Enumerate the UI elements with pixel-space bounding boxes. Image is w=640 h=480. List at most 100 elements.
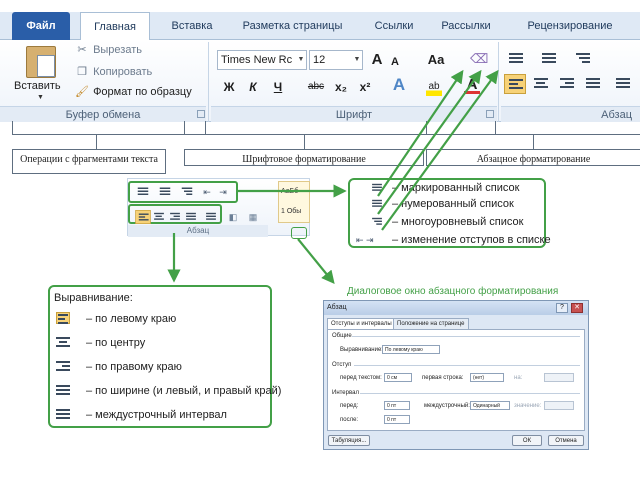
bullets-icon[interactable]: [505, 50, 527, 68]
group-caption-clipboard: Буфер обмена: [0, 106, 206, 122]
section-spacing: Интервал: [332, 390, 359, 396]
indent-left-field[interactable]: 0 см: [384, 373, 412, 382]
paste-button[interactable]: Вставить: [14, 80, 61, 92]
font-color-button[interactable]: A: [464, 76, 480, 94]
copy-button[interactable]: ❐ Копировать: [74, 64, 152, 80]
cut-button[interactable]: ✂ Вырезать: [74, 42, 142, 58]
group-separator: [498, 42, 499, 122]
format-painter-button[interactable]: 🖌 Формат по образцу: [74, 84, 192, 100]
justify-icon: [54, 384, 76, 398]
close-button[interactable]: ✕: [571, 303, 583, 313]
align-right-button[interactable]: [556, 74, 578, 94]
clear-formatting-icon[interactable]: ⌫: [470, 50, 488, 68]
multilevel-list-icon[interactable]: [179, 185, 196, 199]
align-center-icon: [54, 336, 76, 350]
divider: [354, 365, 580, 366]
align-center-button[interactable]: [530, 74, 552, 94]
increase-indent-icon[interactable]: ⇥: [216, 183, 230, 201]
callout-justify-row: – по ширине (и левый, и правый край): [54, 382, 281, 400]
bullets-icon[interactable]: [135, 185, 152, 199]
underline-button[interactable]: Ч: [270, 78, 286, 96]
line-spacing-icon[interactable]: [612, 74, 634, 94]
tab-indents-spacing[interactable]: Отступы и интервалы: [327, 318, 396, 329]
bullets-icon: [356, 181, 392, 195]
help-button[interactable]: ?: [556, 303, 568, 313]
line-value-field[interactable]: [544, 401, 574, 410]
font-size-value: 12: [313, 54, 326, 66]
ribbon: Вставить ▼ ✂ Вырезать ❐ Копировать 🖌 Фор…: [0, 40, 640, 122]
callout-text: – по правому краю: [86, 361, 182, 373]
numbering-icon[interactable]: [157, 185, 174, 199]
chevron-down-icon[interactable]: ▼: [37, 94, 44, 101]
shrink-font-button[interactable]: A: [388, 53, 402, 71]
font-name-field[interactable]: Times New Rc ▼: [217, 50, 307, 70]
clipboard-launcher-icon[interactable]: [197, 110, 205, 118]
annotation-clipboard: Операции с фрагментами текста: [12, 150, 166, 174]
scissors-icon: ✂: [77, 44, 87, 56]
justify-button[interactable]: [183, 210, 198, 224]
strikethrough-button[interactable]: abc: [305, 78, 327, 96]
align-right-icon: [54, 360, 76, 374]
tab-mailings[interactable]: Рассылки: [434, 12, 498, 40]
style-sample: 1 Обы: [281, 208, 302, 215]
decrease-indent-icon[interactable]: ⇤: [200, 183, 214, 201]
tabs-button[interactable]: Табуляция...: [328, 435, 370, 446]
bold-button[interactable]: Ж: [221, 78, 237, 96]
connector: [533, 135, 534, 149]
line-spacing-select[interactable]: Одинарный: [470, 401, 510, 410]
tab-review[interactable]: Рецензирование: [510, 12, 630, 40]
tab-references[interactable]: Ссылки: [364, 12, 424, 40]
subscript-button[interactable]: x₂: [332, 78, 350, 96]
spacing-before-field[interactable]: 0 пт: [384, 401, 410, 410]
tab-insert[interactable]: Вставка: [158, 12, 226, 40]
multilevel-list-icon[interactable]: [572, 50, 594, 68]
italic-button[interactable]: К: [245, 78, 261, 96]
align-left-icon: [54, 312, 76, 326]
align-center-button[interactable]: [151, 210, 166, 224]
align-left-button[interactable]: [135, 210, 151, 224]
highlight-button[interactable]: ab: [426, 78, 442, 96]
first-line-select[interactable]: (нет): [470, 373, 504, 382]
tab-file[interactable]: Файл: [12, 12, 70, 40]
change-case-button[interactable]: Aa: [424, 51, 448, 69]
tab-page-layout[interactable]: Разметка страницы: [230, 12, 355, 40]
text-effects-button[interactable]: A: [390, 76, 408, 94]
copy-icon: ❐: [77, 66, 87, 78]
chevron-down-icon[interactable]: ▼: [352, 51, 362, 69]
borders-icon[interactable]: ▦: [246, 208, 260, 226]
section-general: Общие: [332, 333, 352, 339]
numbering-icon[interactable]: [538, 50, 560, 68]
justify-button[interactable]: [582, 74, 604, 94]
spacing-after-field[interactable]: 0 пт: [384, 415, 410, 424]
divider: [360, 393, 580, 394]
divider: [352, 336, 580, 337]
callout-multilevel-row: – многоуровневый список: [356, 213, 523, 231]
ok-button[interactable]: ОК: [512, 435, 542, 446]
style-gallery[interactable]: АаБб 1 Обы: [278, 181, 310, 223]
shading-icon[interactable]: ◧: [226, 208, 240, 226]
bracket-clipboard: [12, 121, 206, 135]
callout-text: – по ширине (и левый, и правый край): [86, 385, 282, 397]
alignment-select[interactable]: По левому краю: [382, 345, 440, 354]
first-line-by-field[interactable]: [544, 373, 574, 382]
font-size-field[interactable]: 12 ▼: [309, 50, 363, 70]
tab-home[interactable]: Главная: [80, 12, 150, 41]
cancel-button[interactable]: Отмена: [548, 435, 584, 446]
indent-left-value: 0 см: [387, 375, 398, 381]
bracket-paragraph: [426, 121, 640, 135]
line-spacing-icon[interactable]: [203, 210, 218, 224]
align-left-button[interactable]: [504, 74, 526, 94]
grow-font-button[interactable]: A: [370, 51, 384, 69]
paste-icon[interactable]: [26, 46, 56, 78]
callout-align-right-row: – по правому краю: [54, 358, 182, 376]
spacing-before-value: 0 пт: [387, 403, 397, 409]
dialog-pane: Общие Выравнивание: По левому краю Отсту…: [327, 329, 585, 431]
callout-numbering-row: – нумерованный список: [356, 195, 514, 213]
font-launcher-icon[interactable]: [486, 110, 494, 118]
tab-line-page-breaks[interactable]: Положение на странице: [393, 318, 469, 329]
cut-label: Вырезать: [93, 44, 142, 56]
chevron-down-icon[interactable]: ▼: [296, 51, 306, 69]
callout-text: – изменение отступов в списке: [392, 234, 551, 246]
align-right-button[interactable]: [167, 210, 182, 224]
superscript-button[interactable]: x²: [356, 78, 374, 96]
